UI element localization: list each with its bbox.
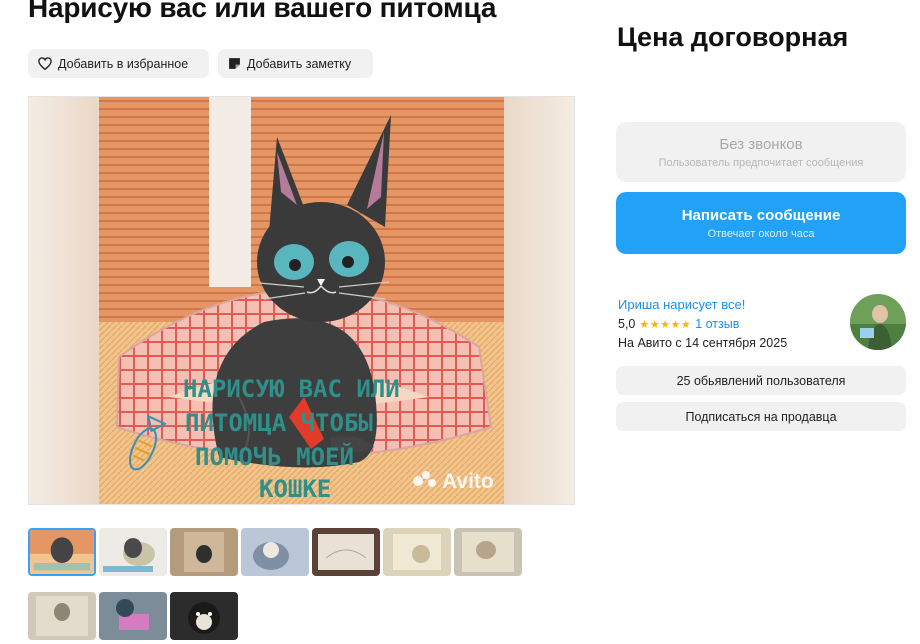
thumbnail-2[interactable] (99, 528, 167, 576)
subscribe-seller-button[interactable]: Подписаться на продавца (616, 402, 906, 431)
main-photo-gallery[interactable]: НАРИСУЮ ВАС ИЛИ ПИТОМЦА ЧТОБЫ ПОМОЧЬ МОЕ… (28, 96, 575, 505)
seller-avatar[interactable] (850, 294, 906, 350)
drawing-caption-line-2: ПИТОМЦА ЧТОБЫ (185, 409, 373, 437)
avito-watermark: Avito (412, 469, 494, 495)
add-to-favorites-label: Добавить в избранное (58, 56, 189, 71)
thumbnail-10[interactable] (170, 592, 238, 640)
write-message-title: Написать сообщение (681, 206, 841, 224)
note-icon (228, 57, 241, 70)
no-calls-subtitle: Пользователь предпочитает сообщения (658, 156, 864, 169)
drawing-caption-line-4: КОШКЕ (259, 475, 331, 503)
thumbnail-6[interactable] (383, 528, 451, 576)
seller-ads-button[interactable]: 25 обьявлений пользователя (616, 366, 906, 395)
listing-title: Нарисую вас или вашего питомца (28, 0, 497, 23)
watermark-label: Avito (442, 470, 494, 493)
no-calls-title: Без звонков (719, 135, 803, 153)
reviews-link[interactable]: 1 отзыв (695, 317, 739, 331)
heart-icon (38, 57, 52, 70)
seller-rating: 5,0 ★★★★★ 1 отзыв (618, 317, 739, 331)
thumbnail-7[interactable] (454, 528, 522, 576)
drawing-caption-line-1: НАРИСУЮ ВАС ИЛИ (183, 375, 400, 403)
main-photo-drawing: НАРИСУЮ ВАС ИЛИ ПИТОМЦА ЧТОБЫ ПОМОЧЬ МОЕ… (99, 97, 504, 504)
thumbnail-1[interactable] (28, 528, 96, 576)
thumbnail-5[interactable] (312, 528, 380, 576)
no-calls-button[interactable]: Без звонков Пользователь предпочитает со… (616, 122, 906, 182)
seller-since: На Авито с 14 сентября 2025 (618, 336, 788, 350)
seller-name-link[interactable]: Ириша нарисует все! (618, 297, 745, 312)
write-message-button[interactable]: Написать сообщение Отвечает около часа (616, 192, 906, 254)
gallery-blur-right (502, 97, 574, 504)
star-rating-icon: ★★★★★ (639, 318, 692, 331)
add-note-label: Добавить заметку (247, 56, 352, 71)
thumbnail-3[interactable] (170, 528, 238, 576)
add-to-favorites-button[interactable]: Добавить в избранное (28, 49, 209, 78)
gallery-blur-left (29, 97, 99, 504)
thumbnail-9[interactable] (99, 592, 167, 640)
write-message-subtitle: Отвечает около часа (707, 227, 815, 240)
rating-value: 5,0 (618, 317, 636, 331)
thumbnail-8[interactable] (28, 592, 96, 640)
add-note-button[interactable]: Добавить заметку (218, 49, 373, 78)
avito-logo-icon (412, 469, 438, 495)
thumbnail-4[interactable] (241, 528, 309, 576)
price: Цена договорная (617, 22, 849, 52)
drawing-caption-line-3: ПОМОЧЬ МОЕЙ (195, 442, 354, 471)
